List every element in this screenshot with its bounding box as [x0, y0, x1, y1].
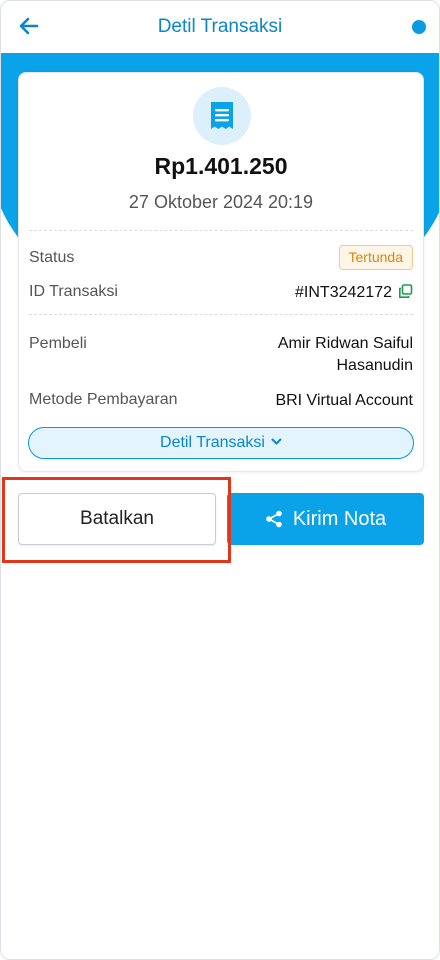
top-bar: Detil Transaksi — [1, 1, 439, 53]
buyer-name-line: Amir Ridwan Saiful — [277, 335, 413, 352]
transaction-id-label: ID Transaksi — [29, 283, 118, 300]
receipt-icon-container — [193, 87, 251, 145]
status-badge: Tertunda — [338, 245, 413, 270]
divider — [29, 230, 413, 231]
buyer-name: Amir Ridwan Saiful Hasanudin — [278, 333, 413, 377]
detail-toggle-label: Detil Transaksi — [160, 434, 265, 451]
app-frame: Detil Transaksi Rp1.401.250 27 Oktober 2… — [0, 0, 440, 960]
transaction-amount: Rp1.401.250 — [154, 153, 288, 179]
send-receipt-button[interactable]: Kirim Nota — [227, 493, 424, 545]
detail-toggle-button[interactable]: Detil Transaksi — [28, 427, 414, 459]
transaction-id-row: #INT3242172 — [295, 282, 413, 304]
divider — [29, 314, 413, 315]
send-receipt-label: Kirim Nota — [292, 508, 387, 530]
share-icon — [266, 510, 282, 528]
status-dot — [412, 20, 426, 34]
payment-method-label: Metode Pembayaran — [29, 391, 178, 408]
status-label: Status — [29, 249, 75, 266]
transaction-datetime: 27 Oktober 2024 20:19 — [128, 192, 314, 212]
transaction-id-value: #INT3242172 — [295, 284, 392, 301]
page-title: Detil Transaksi — [157, 16, 283, 37]
cancel-button[interactable]: Batalkan — [18, 493, 216, 545]
receipt-icon — [211, 102, 233, 129]
copy-icon[interactable] — [398, 284, 413, 299]
buyer-label: Pembeli — [29, 335, 87, 352]
chevron-down-icon — [271, 438, 282, 445]
payment-method-value: BRI Virtual Account — [275, 392, 413, 409]
transaction-card: Rp1.401.250 27 Oktober 2024 20:19 Status… — [18, 72, 424, 472]
buyer-name-line: Hasanudin — [336, 357, 414, 374]
